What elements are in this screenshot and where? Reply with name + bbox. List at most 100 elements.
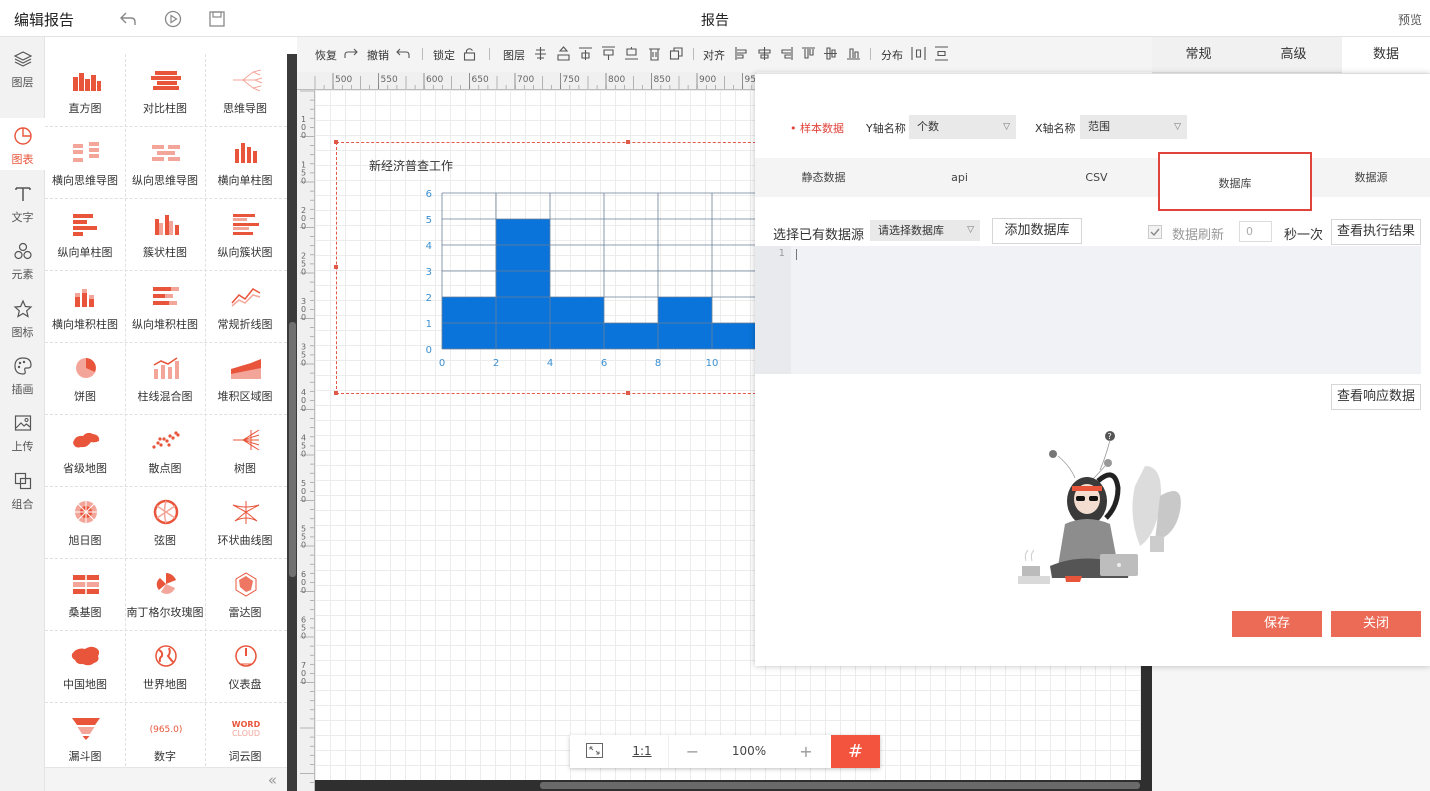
component-vertical-single-bar[interactable]: 纵向单柱图 [45, 198, 125, 270]
component-number[interactable]: (965.0) 数字 [125, 702, 205, 774]
component-vertical-stacked[interactable]: 纵向堆积柱图 [125, 270, 205, 342]
zoom-out-button[interactable]: − [668, 735, 716, 768]
resize-handle[interactable] [334, 265, 338, 269]
nav-elements[interactable]: 元素 [0, 233, 45, 285]
save-button[interactable]: 保存 [1232, 611, 1322, 637]
undo-arrow-icon[interactable] [118, 9, 138, 29]
nav-layers[interactable]: 图层 [0, 41, 45, 93]
tab-general[interactable]: 常规 [1152, 37, 1245, 73]
tab-datasource[interactable]: 数据源 [1312, 158, 1430, 197]
actual-size-button[interactable]: 1:1 [622, 735, 662, 768]
align-middle-icon[interactable] [823, 46, 838, 61]
component-horizontal-mindmap[interactable]: 横向思维导图 [45, 126, 125, 198]
component-sunburst[interactable]: 旭日图 [45, 486, 125, 558]
nav-illustrations[interactable]: 插画 [0, 348, 45, 400]
component-ring-curve[interactable]: 环状曲线图 [205, 486, 285, 558]
send-bottom-icon[interactable] [624, 46, 639, 61]
component-tree[interactable]: 树图 [205, 414, 285, 486]
component-gauge[interactable]: 仪表盘 [205, 630, 285, 702]
layer-up-icon[interactable] [533, 46, 548, 61]
nav-charts[interactable]: 图表 [0, 118, 45, 170]
add-database-button[interactable]: 添加数据库 [992, 218, 1082, 244]
fit-screen-button[interactable] [570, 735, 618, 768]
nav-upload[interactable]: 上传 [0, 405, 45, 457]
align-center-h-icon[interactable] [757, 46, 772, 61]
component-funnel[interactable]: 漏斗图 [45, 702, 125, 774]
bring-front-icon[interactable] [578, 46, 593, 61]
resize-handle[interactable] [626, 391, 630, 395]
component-radar[interactable]: 雷达图 [205, 558, 285, 630]
component-world-map[interactable]: 世界地图 [125, 630, 205, 702]
horizontal-scrollbar-thumb[interactable] [540, 782, 1140, 789]
align-left-icon[interactable] [734, 46, 749, 61]
resize-handle[interactable] [626, 140, 630, 144]
align-top-icon[interactable] [801, 46, 816, 61]
lock-icon[interactable] [462, 46, 477, 61]
distribute-v-icon[interactable] [934, 46, 949, 61]
component-vertical-clustered[interactable]: 纵向簇状图 [205, 198, 285, 270]
undo-button[interactable]: 撤销 [367, 47, 389, 63]
close-button[interactable]: 关闭 [1331, 611, 1421, 637]
ruler-label: 0 [301, 268, 306, 277]
component-horizontal-stacked[interactable]: 横向堆积柱图 [45, 270, 125, 342]
horizontal-ruler: 500550600650700750800850900950 [297, 72, 757, 90]
redo-icon[interactable] [343, 46, 358, 61]
component-histogram[interactable]: 直方图 [45, 54, 125, 126]
x-axis-select[interactable]: 范围 ▽ [1080, 115, 1187, 139]
component-china-map[interactable]: 中国地图 [45, 630, 125, 702]
tab-advanced[interactable]: 高级 [1247, 37, 1340, 73]
database-select[interactable]: 请选择数据库 ▽ [870, 220, 980, 241]
component-stacked-area[interactable]: 堆积区域图 [205, 342, 285, 414]
component-compare-bar[interactable]: 对比柱图 [125, 54, 205, 126]
y-axis-select[interactable]: 个数 ▽ [909, 115, 1016, 139]
nav-group[interactable]: 组合 [0, 463, 45, 515]
resize-handle[interactable] [334, 140, 338, 144]
resize-handle[interactable] [334, 391, 338, 395]
collapse-panel-bar[interactable]: « [45, 767, 287, 791]
component-chord[interactable]: 弦图 [125, 486, 205, 558]
nav-label: 文字 [11, 211, 34, 224]
refresh-checkbox[interactable] [1148, 225, 1162, 239]
sql-editor[interactable]: 1 [755, 246, 1421, 374]
delete-icon[interactable] [647, 46, 662, 61]
align-right-icon[interactable] [779, 46, 794, 61]
play-icon[interactable] [163, 9, 183, 29]
bring-top-icon[interactable] [601, 46, 616, 61]
tab-data[interactable]: 数据 [1342, 37, 1430, 73]
align-bottom-icon[interactable] [846, 46, 861, 61]
tab-csv[interactable]: CSV [1033, 158, 1160, 197]
component-wordcloud[interactable]: WORD CLOUD 词云图 [205, 702, 285, 774]
preview-link[interactable]: 预览 [1398, 11, 1422, 28]
view-exec-result-button[interactable]: 查看执行结果 [1331, 219, 1421, 245]
copy-icon[interactable] [669, 46, 684, 61]
tab-api[interactable]: api [896, 158, 1023, 197]
component-pie[interactable]: 饼图 [45, 342, 125, 414]
ruler-label: 650 [472, 75, 489, 85]
component-horizontal-single-bar[interactable]: 横向单柱图 [205, 126, 285, 198]
tab-static-data[interactable]: 静态数据 [760, 158, 887, 197]
view-response-button[interactable]: 查看响应数据 [1331, 384, 1421, 410]
redo-button[interactable]: 恢复 [315, 47, 337, 63]
double-chevron-left-icon[interactable]: « [268, 771, 277, 789]
grid-toggle-button[interactable]: # [831, 735, 880, 768]
component-bar-line-mix[interactable]: 柱线混合图 [125, 342, 205, 414]
nav-text[interactable]: 文字 [0, 176, 45, 228]
distribute-h-icon[interactable] [911, 46, 926, 61]
component-clustered-bar[interactable]: 簇状柱图 [125, 198, 205, 270]
component-line-chart[interactable]: 常规折线图 [205, 270, 285, 342]
zoom-in-button[interactable]: + [782, 735, 830, 768]
tab-database[interactable]: 数据库 [1158, 152, 1312, 211]
lock-button[interactable]: 锁定 [433, 47, 455, 63]
undo-icon[interactable] [396, 46, 411, 61]
component-province-map[interactable]: 省级地图 [45, 414, 125, 486]
component-mindmap[interactable]: 思维导图 [205, 54, 285, 126]
component-scatter[interactable]: 散点图 [125, 414, 205, 486]
vertical-scrollbar-thumb[interactable] [289, 322, 296, 577]
nav-icons[interactable]: 图标 [0, 291, 45, 343]
refresh-interval-input[interactable]: 0 [1239, 221, 1272, 242]
component-nightingale[interactable]: 南丁格尔玫瑰图 [125, 558, 205, 630]
component-sankey[interactable]: 桑基图 [45, 558, 125, 630]
component-vertical-mindmap[interactable]: 纵向思维导图 [125, 126, 205, 198]
save-disk-icon[interactable] [207, 9, 227, 29]
layer-down-icon[interactable] [556, 46, 571, 61]
